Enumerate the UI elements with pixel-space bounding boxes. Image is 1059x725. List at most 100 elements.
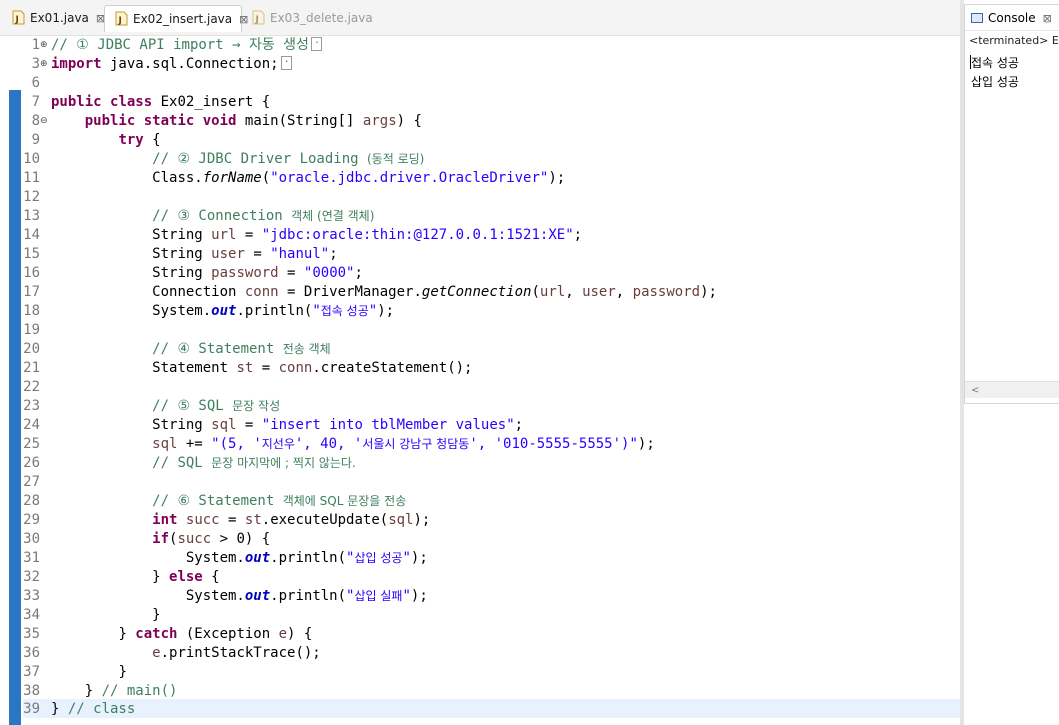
line-number: 17 [23, 284, 40, 300]
variable: e [278, 626, 288, 642]
code-line: 14 String url = "jdbc:oracle:thin:@127.0… [0, 226, 960, 245]
code-editor[interactable]: 1 ⊕ // ① JDBC API import → 자동 생성 3 ⊕ imp… [0, 31, 960, 725]
line-number: 21 [23, 360, 40, 376]
comment: 객체 (연결 객체) [291, 209, 375, 223]
line-number: 3 [31, 56, 40, 72]
code-text: String [152, 246, 212, 262]
tab-ex03-delete[interactable]: J Ex03_delete.java [242, 5, 373, 32]
line-number: 38 [23, 683, 40, 699]
tab-console[interactable]: Console ⊠ [965, 5, 1059, 31]
empty-area [964, 404, 1059, 725]
horizontal-scrollbar[interactable]: < [965, 381, 1059, 398]
line-number: 34 [23, 607, 40, 623]
code-text: Connection [152, 284, 245, 300]
string-literal: 서울시 강남구 청담동 [362, 437, 470, 451]
code-text: .println( [236, 303, 313, 319]
code-text: > 0) { [211, 531, 271, 547]
string-literal: "0000" [303, 265, 355, 281]
comment: 전송 객체 [282, 342, 331, 356]
comment: // main() [101, 683, 178, 699]
tab-label: Ex01.java [30, 11, 89, 25]
code-line-current: 39 } // class [0, 700, 960, 719]
tab-ex02-insert[interactable]: J Ex02_insert.java ⊠ [104, 5, 248, 32]
code-text: = DriverManager. [278, 284, 422, 300]
code-text: String [152, 265, 212, 281]
variable: password [211, 265, 279, 281]
code-line: 16 String password = "0000"; [0, 264, 960, 283]
code-line: 11 Class.forName("oracle.jdbc.driver.Ora… [0, 169, 960, 188]
code-text: { [143, 132, 161, 148]
code-line: 15 String user = "hanul"; [0, 245, 960, 264]
line-number: 39 [23, 701, 40, 717]
code-text: ) { [396, 113, 422, 129]
code-line: 31 System.out.println("삽입 성공"); [0, 549, 960, 568]
code-text: ); [413, 512, 431, 528]
code-line: 10 // ② JDBC Driver Loading (동적 로딩) [0, 150, 960, 169]
scroll-left-icon[interactable]: < [971, 385, 979, 396]
code-text: = [236, 417, 262, 433]
line-number: 35 [23, 626, 40, 642]
expand-fold-icon[interactable]: ⊕ [40, 36, 50, 55]
code-line: 25 sql += "(5, '지선우', 40, '서울시 강남구 청담동',… [0, 435, 960, 454]
code-text: ); [700, 284, 717, 300]
line-number: 28 [23, 493, 40, 509]
code-text: } [152, 607, 161, 623]
code-line: 37 } [0, 663, 960, 682]
line-number: 19 [23, 322, 40, 338]
comment: 문장 작성 [232, 399, 281, 413]
code-text: ); [410, 588, 428, 604]
code-text: ; [573, 227, 583, 243]
svg-text:J: J [118, 16, 122, 26]
code-line: 13 // ③ Connection 객체 (연결 객체) [0, 207, 960, 226]
code-text: System. [185, 588, 245, 604]
string-literal: 삽입 성공 [354, 551, 403, 565]
string-literal: 지선우 [261, 437, 295, 451]
code-line: 34 } [0, 606, 960, 625]
line-number: 10 [23, 151, 40, 167]
expand-fold-icon[interactable]: ⊕ [40, 55, 50, 74]
collapse-fold-icon[interactable]: ⊖ [40, 112, 50, 131]
code-text: ( [531, 284, 540, 300]
code-line: 17 Connection conn = DriverManager.getCo… [0, 283, 960, 302]
line-number: 24 [23, 417, 40, 433]
code-text: System. [152, 303, 212, 319]
collapsed-indicator-icon[interactable] [310, 31, 322, 51]
tab-ex01[interactable]: J Ex01.java ⊠ [2, 5, 105, 32]
keyword: catch [135, 626, 178, 642]
collapsed-indicator-icon[interactable] [280, 50, 292, 70]
string-literal: " [312, 303, 321, 319]
line-number: 31 [23, 550, 40, 566]
string-literal: 삽입 실패 [354, 589, 403, 603]
string-literal: " [402, 588, 411, 604]
code-text: ); [637, 436, 655, 452]
string-literal: "oracle.jdbc.driver.OracleDriver" [270, 170, 549, 186]
console-view: Console ⊠ <terminated> Ex0 접속 성공 삽입 성공 < [964, 4, 1059, 404]
keyword: else [169, 569, 203, 585]
line-number: 12 [23, 189, 40, 205]
variable: st [236, 360, 254, 376]
line-number: 29 [23, 512, 40, 528]
line-number: 16 [23, 265, 40, 281]
comment: // SQL [152, 455, 212, 471]
code-line: 26 // SQL 문장 마지막에 ; 찍지 않는다. [0, 454, 960, 473]
string-literal: "(5, ' [211, 436, 262, 452]
comment: // ⑥ Statement [152, 493, 283, 509]
code-text: System. [185, 550, 245, 566]
tab-label: Ex03_delete.java [270, 11, 373, 25]
code-line: 20 // ④ Statement 전송 객체 [0, 340, 960, 359]
close-icon[interactable]: ⊠ [1043, 6, 1052, 32]
